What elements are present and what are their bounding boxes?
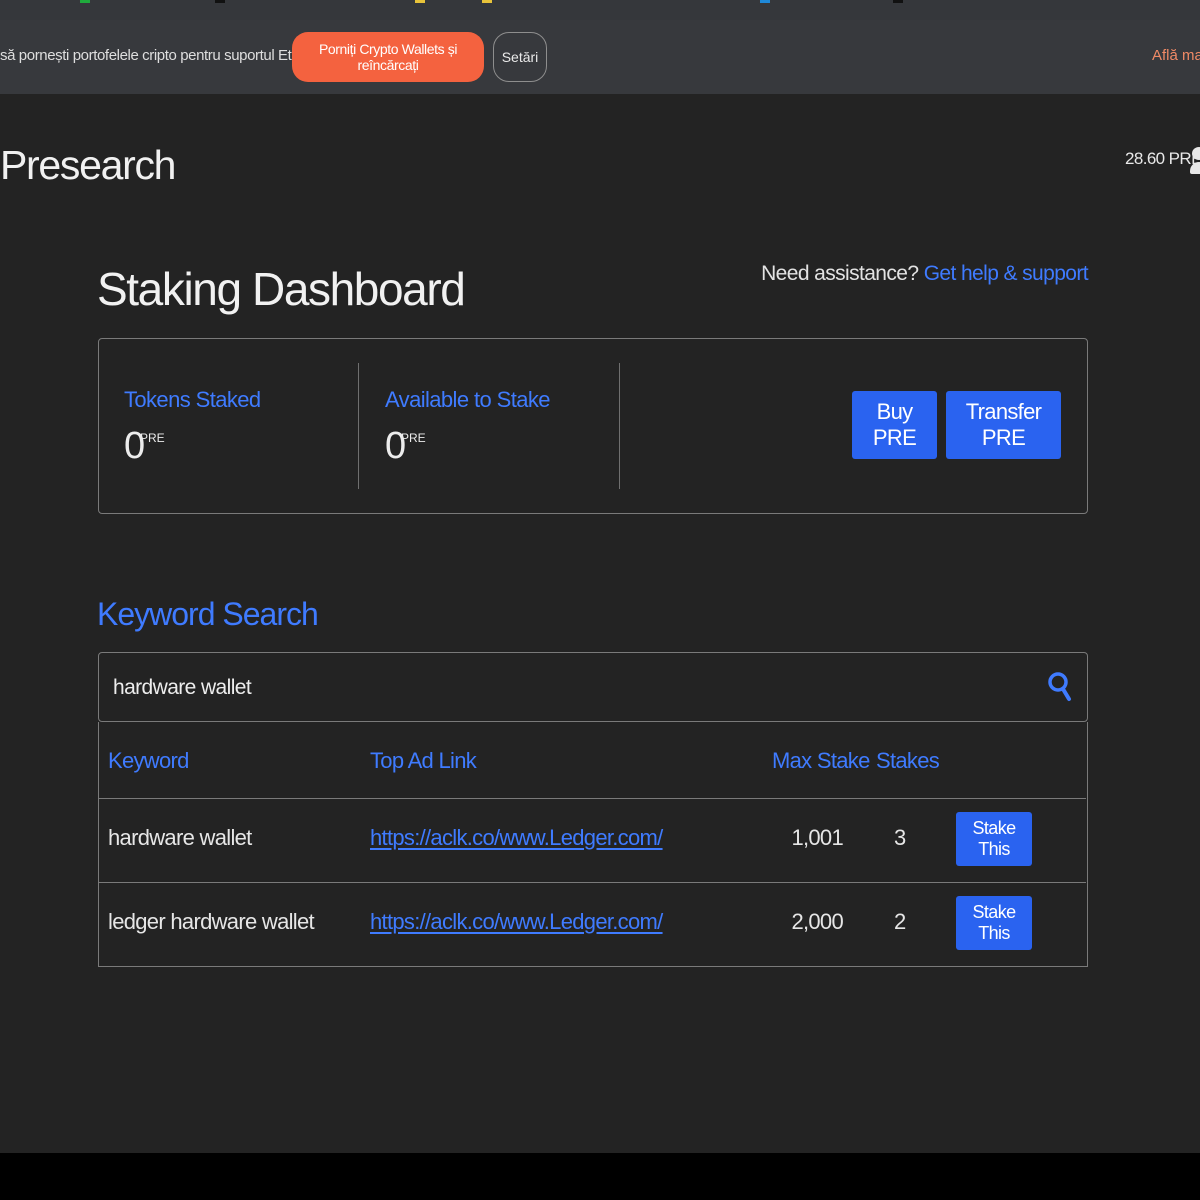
divider <box>619 363 620 489</box>
divider <box>358 363 359 489</box>
max-stake-cell: 1,001 <box>791 825 843 850</box>
stakes-cell: 2 <box>894 909 906 934</box>
user-icon[interactable] <box>1190 147 1200 175</box>
column-header-max-stake[interactable]: Max Stake <box>772 748 870 774</box>
enable-crypto-wallets-button[interactable]: Porniți Crypto Wallets și reîncărcați <box>292 32 484 82</box>
presearch-logo[interactable]: Presearch <box>0 142 176 189</box>
keyword-cell: ledger hardware wallet <box>108 909 315 934</box>
top-ad-link[interactable]: https://aclk.co/www.Ledger.com/ <box>370 909 663 935</box>
column-header-top-ad-link[interactable]: Top Ad Link <box>370 748 477 774</box>
stake-this-button[interactable]: Stake This <box>956 896 1032 950</box>
help-text: Need assistance? Get help & support <box>761 262 1089 286</box>
table-header-row: Keyword Top Ad Link Max Stake Stakes <box>99 722 1086 799</box>
available-to-stake-stat: Available to Stake 0 PRE <box>385 363 619 489</box>
stake-this-button[interactable]: Stake This <box>956 812 1032 866</box>
keyword-search-box <box>98 652 1088 722</box>
help-support-link[interactable]: Get help & support <box>924 262 1089 285</box>
tokens-staked-stat: Tokens Staked 0 PRE <box>124 363 358 489</box>
stakes-cell: 3 <box>894 825 906 850</box>
column-header-keyword[interactable]: Keyword <box>108 748 189 774</box>
stat-label: Available to Stake <box>385 387 551 412</box>
settings-button[interactable]: Setări <box>493 32 547 82</box>
browser-infobar: să pornești portofelele cripto pentru su… <box>0 20 1200 94</box>
help-prompt: Need assistance? <box>761 262 919 285</box>
staking-stats-card: Tokens Staked 0 PRE Available to Stake 0… <box>98 338 1088 514</box>
keyword-results-table: Keyword Top Ad Link Max Stake Stakes har… <box>98 722 1088 967</box>
search-icon[interactable] <box>1047 670 1073 704</box>
stat-label: Tokens Staked <box>124 387 261 412</box>
max-stake-cell: 2,000 <box>791 909 843 934</box>
top-ad-link[interactable]: https://aclk.co/www.Ledger.com/ <box>370 825 663 851</box>
token-balance: 28.60 PRE <box>1125 149 1200 168</box>
stat-unit: PRE <box>140 431 165 445</box>
stat-unit: PRE <box>401 431 426 445</box>
browser-top-strip <box>0 0 1200 20</box>
transfer-pre-button[interactable]: Transfer PRE <box>946 391 1061 459</box>
table-row: ledger hardware wallet https://aclk.co/w… <box>99 883 1086 966</box>
page-title: Staking Dashboard <box>97 263 466 315</box>
buy-pre-button[interactable]: Buy PRE <box>852 391 937 459</box>
keyword-search-title: Keyword Search <box>97 596 319 632</box>
keyword-search-input[interactable] <box>111 667 1015 709</box>
keyword-cell: hardware wallet <box>108 825 252 850</box>
column-header-stakes[interactable]: Stakes <box>876 748 940 774</box>
learn-more-link[interactable]: Află mai r <box>1152 47 1200 64</box>
table-row: hardware wallet https://aclk.co/www.Ledg… <box>99 799 1086 883</box>
bottom-band <box>0 1153 1200 1200</box>
